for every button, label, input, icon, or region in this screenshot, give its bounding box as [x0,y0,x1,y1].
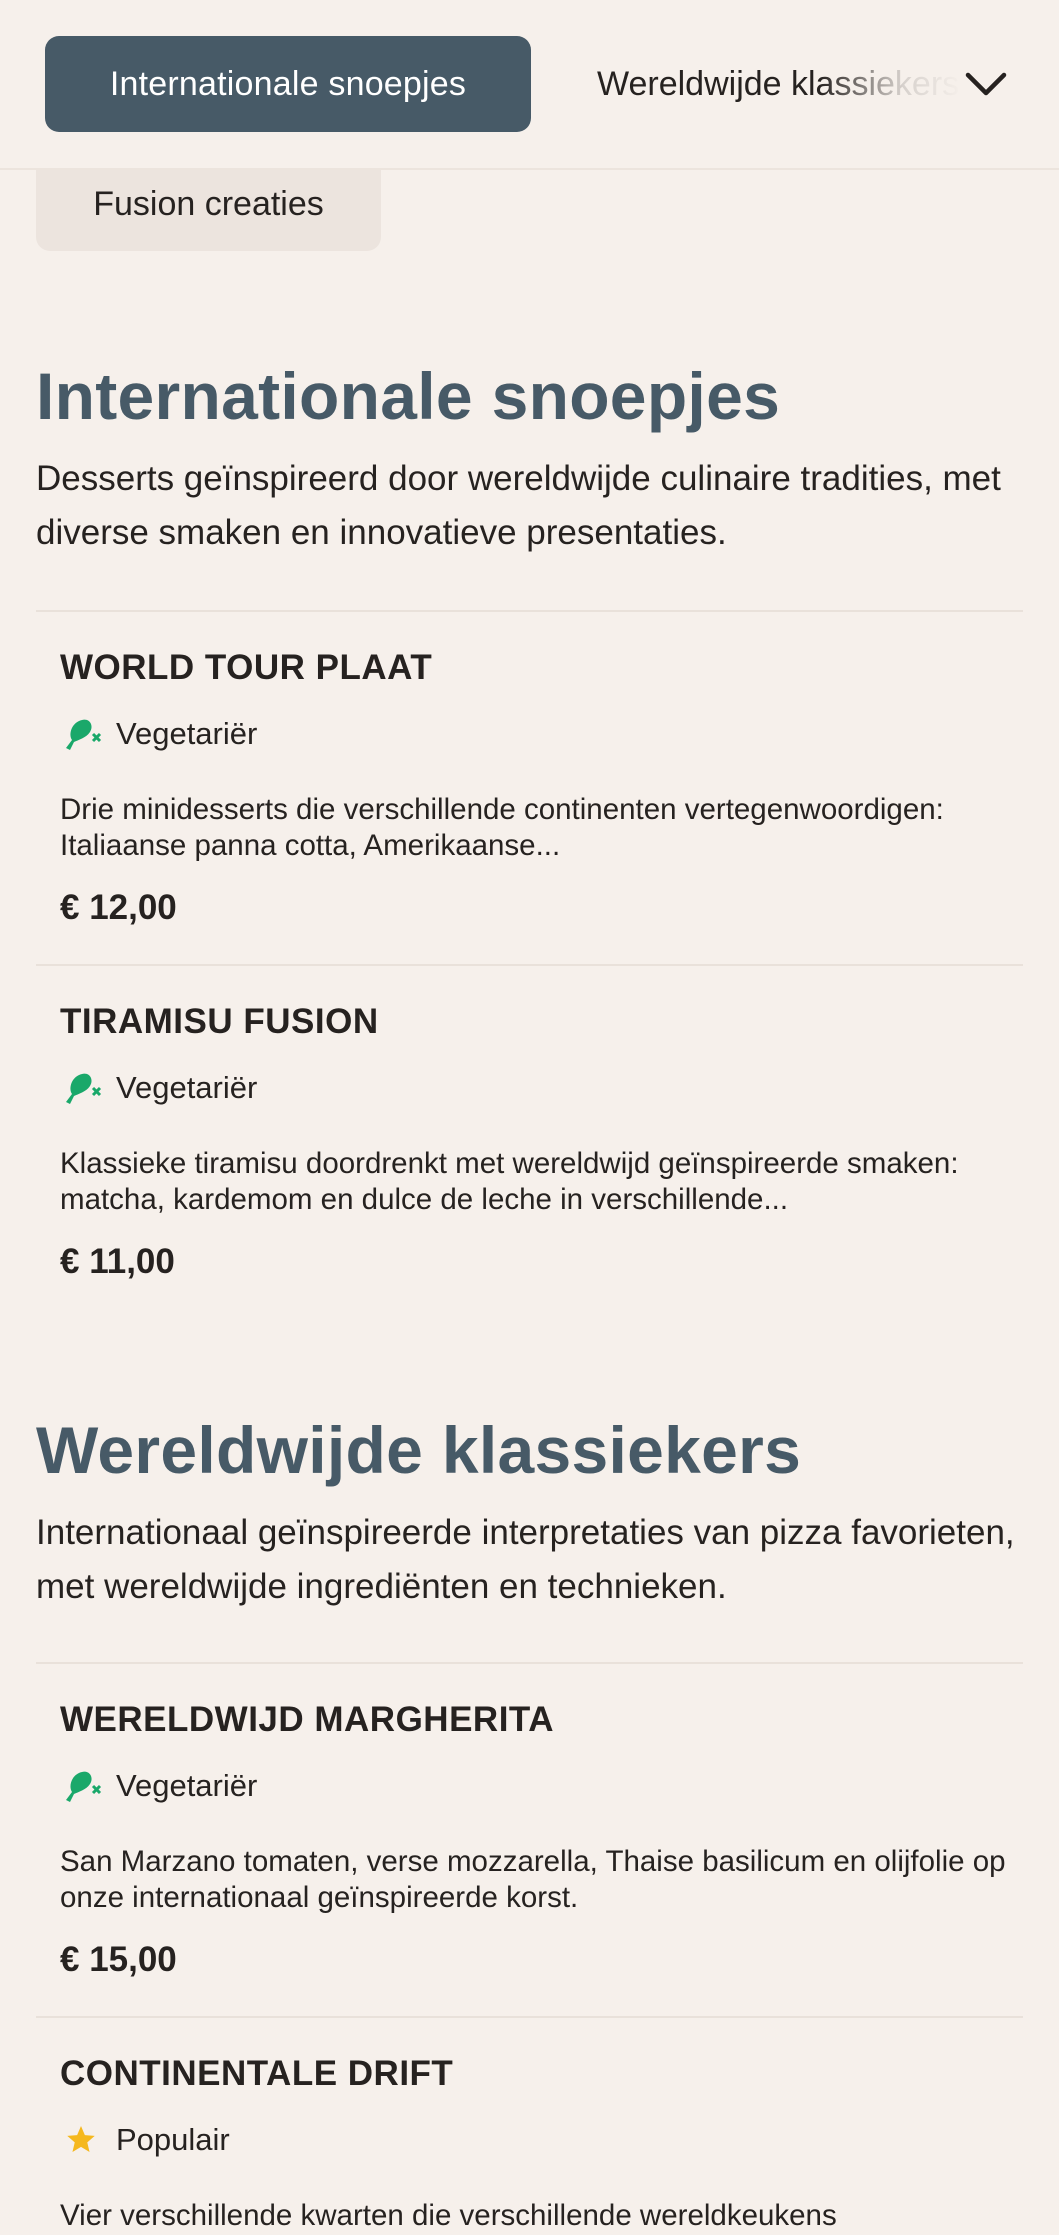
item-tag: Vegetariër [60,1068,257,1108]
item-price: € 11,00 [60,1242,175,1281]
item-tag-label: Vegetariër [116,716,258,751]
item-description: Vier verschillende kwarten die verschill… [60,2199,837,2232]
item-tag: Vegetariër [60,714,257,754]
chevron-down-icon [965,72,1007,96]
menu-section: Internationale snoepjes Desserts geïnspi… [36,356,1023,560]
item-description: Klassieke tiramisu doordrenkt met wereld… [60,1147,959,1216]
item-tag-label: Populair [116,2122,230,2157]
scroll-fade [819,0,1059,168]
section-description: Desserts geïnspireerd door wereldwijde c… [36,459,1001,552]
category-pill-active[interactable]: Internationale snoepjes [45,36,531,132]
section-title: Wereldwijde klassiekers [36,1413,802,1487]
menu-item[interactable]: WERELDWIJD MARGHERITA Vegetariër San Mar… [36,1662,1023,2016]
vegetarian-drumstick-icon [60,1766,102,1806]
item-tag: Vegetariër [60,1766,257,1806]
item-tag-label: Vegetariër [116,1070,258,1105]
section-title: Internationale snoepjes [36,359,781,433]
menu-section: Wereldwijde klassiekers Internationaal g… [36,1410,1023,1614]
item-price: € 12,00 [60,888,177,927]
item-name: WORLD TOUR PLAAT [60,648,433,687]
item-name: WERELDWIJD MARGHERITA [60,1700,554,1739]
item-tag-label: Vegetariër [116,1768,258,1803]
vegetarian-drumstick-icon [60,1068,102,1108]
item-name: CONTINENTALE DRIFT [60,2054,454,2093]
menu-item[interactable]: TIRAMISU FUSION Vegetariër Klassieke tir… [36,964,1023,1318]
item-name: TIRAMISU FUSION [60,1002,379,1041]
item-price: € 15,00 [60,1940,177,1979]
item-description: San Marzano tomaten, verse mozzarella, T… [60,1845,1006,1914]
menu-item[interactable]: WORLD TOUR PLAAT Vegetariër Drie minides… [36,610,1023,964]
menu-item[interactable]: CONTINENTALE DRIFT Populair Vier verschi… [36,2016,1023,2235]
star-icon [60,2120,102,2160]
item-description: Drie minidesserts die verschillende cont… [60,793,944,862]
category-pill-label: Internationale snoepjes [109,64,467,103]
category-bar: Internationale snoepjes Wereldwijde klas… [0,0,1059,170]
section-description: Internationaal geïnspireerde interpretat… [36,1513,1015,1606]
vegetarian-drumstick-icon [60,714,102,754]
item-tag: Populair [60,2120,230,2160]
expand-categories-button[interactable] [962,62,1010,106]
category-pill-label: Fusion creaties [93,185,324,223]
